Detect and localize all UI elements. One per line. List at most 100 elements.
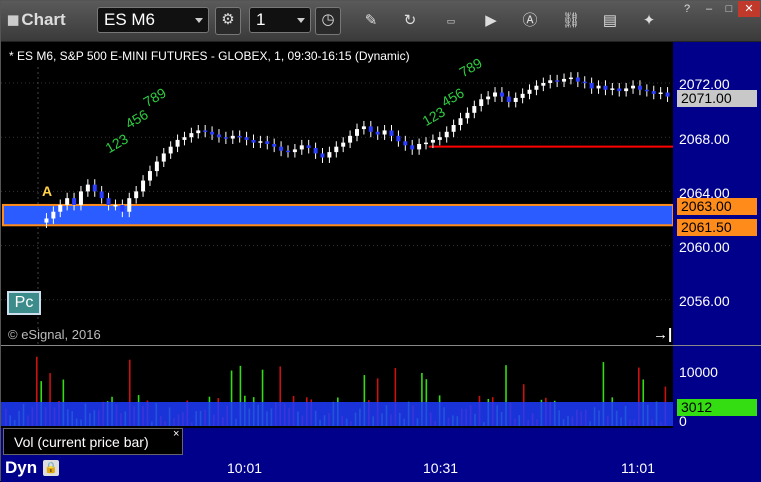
- chart-window: ▮▮ Chart ES M6 ⚙ 1 ◷ ✎ ↻ ▭ ▶ Ⓐ ⛓ ▤ ✦ ? –…: [0, 0, 761, 482]
- time-mode[interactable]: Dyn: [5, 458, 37, 478]
- candle-body: [444, 131, 449, 138]
- close-study-icon[interactable]: ×: [173, 428, 179, 440]
- play-icon[interactable]: ▶: [479, 9, 503, 33]
- candle-body: [555, 80, 560, 82]
- annotation-label: 456: [439, 84, 467, 110]
- interval-value: 1: [256, 10, 266, 29]
- candle-body: [375, 131, 380, 135]
- price-axis[interactable]: 2072.00 2068.00 2064.00 2060.00 2056.00: [673, 42, 761, 345]
- candle-body: [223, 137, 228, 139]
- candle-body: [624, 88, 629, 92]
- help-icon[interactable]: ?: [676, 1, 698, 17]
- candle-body: [334, 146, 339, 153]
- link-icon[interactable]: ⛓: [559, 9, 583, 33]
- candle-body: [210, 131, 215, 135]
- volume-axis[interactable]: 10000 0 3012: [673, 346, 761, 456]
- scroll-to-end-icon[interactable]: →|: [653, 326, 672, 343]
- clock-icon[interactable]: ◷: [315, 7, 341, 35]
- volume-chart[interactable]: [1, 346, 673, 428]
- candle-body: [479, 99, 484, 107]
- annotation-label: 456: [123, 106, 151, 132]
- candle-body: [113, 204, 118, 207]
- price-tick: 2060.00: [679, 239, 730, 255]
- candle-body: [534, 85, 539, 90]
- settings-gear-icon[interactable]: ⚙: [215, 7, 241, 35]
- candle-body: [327, 152, 332, 158]
- price-chart-svg: 123456789123456789A: [1, 55, 674, 345]
- time-tick: 10:01: [227, 460, 263, 476]
- lock-icon[interactable]: 🔒: [43, 460, 59, 476]
- maximize-icon[interactable]: □: [718, 1, 740, 17]
- refresh-icon[interactable]: ↻: [398, 9, 422, 33]
- candle-body: [106, 198, 111, 205]
- symbol-combo[interactable]: ES M6: [97, 7, 209, 33]
- pause-icon[interactable]: ▮▮: [7, 12, 19, 28]
- alert-icon[interactable]: Ⓐ: [518, 9, 542, 33]
- candle-body: [230, 135, 235, 139]
- volume-tick: 10000: [679, 364, 718, 380]
- candle-body: [458, 118, 463, 126]
- candle-body: [451, 125, 456, 132]
- candle-body: [182, 137, 187, 140]
- marker-a: A: [42, 183, 52, 199]
- pc-marker[interactable]: Pc: [7, 291, 41, 315]
- interval-combo[interactable]: 1: [249, 7, 311, 33]
- candle-body: [548, 80, 553, 83]
- candle-body: [499, 92, 504, 97]
- candle-body: [348, 135, 353, 143]
- price-chart[interactable]: 123 456 789 123 456 789 A * ES M6, S&P 500 E-M…: [1, 42, 674, 345]
- candle-body: [617, 88, 622, 92]
- candle-body: [430, 139, 435, 143]
- annotation-label: 123: [103, 130, 131, 156]
- minimize-icon[interactable]: –: [698, 1, 720, 17]
- candle-body: [472, 106, 477, 113]
- price-tick: 2056.00: [679, 293, 730, 309]
- close-icon[interactable]: ✕: [738, 1, 760, 17]
- time-tick: 10:31: [423, 460, 459, 476]
- candle-body: [355, 129, 359, 136]
- volume-band: [1, 402, 673, 426]
- annotation-label: 123: [420, 103, 448, 129]
- candle-body: [141, 180, 146, 192]
- last-price-tag: 2071.00: [677, 90, 757, 107]
- candle-body: [637, 85, 642, 90]
- candle-body: [589, 83, 594, 89]
- volume-study-label[interactable]: Vol (current price bar): [3, 428, 183, 455]
- candle-body: [361, 126, 366, 130]
- candle-body: [216, 134, 221, 138]
- candle-body: [513, 97, 518, 102]
- candle-body: [562, 78, 567, 82]
- pencil-icon[interactable]: ✎: [359, 9, 383, 33]
- candle-body: [506, 96, 511, 102]
- annotation-label: 789: [457, 55, 485, 81]
- chart-title: * ES M6, S&P 500 E-MINI FUTURES - GLOBEX…: [9, 49, 410, 63]
- price-band: [2, 203, 674, 227]
- candle-body: [72, 198, 77, 205]
- candle-body: [424, 142, 429, 145]
- candle-body: [575, 77, 580, 82]
- candle-body: [203, 130, 208, 132]
- candle-body: [99, 191, 104, 199]
- candle-body: [147, 171, 152, 181]
- candle-body: [651, 91, 656, 94]
- twitter-icon[interactable]: ✦: [637, 9, 661, 33]
- time-axis[interactable]: Dyn 🔒 10:01 10:31 11:01: [1, 456, 761, 482]
- symbol-value: ES M6: [104, 10, 156, 29]
- candle-body: [189, 133, 194, 138]
- band-high-price-tag: 2063.00: [677, 198, 757, 215]
- candle-body: [78, 191, 83, 205]
- app-title-label: Chart: [21, 10, 66, 29]
- candle-body: [644, 89, 649, 92]
- candle-body: [410, 145, 415, 150]
- comment-icon[interactable]: ▤: [598, 9, 622, 33]
- candle-body: [493, 92, 498, 97]
- candle-body: [258, 141, 263, 143]
- app-title: ▮▮ Chart: [7, 10, 66, 30]
- candle-body: [320, 153, 325, 158]
- candle-body: [58, 204, 63, 212]
- candle-body: [568, 77, 573, 80]
- candle-body: [582, 81, 587, 84]
- quote-icon[interactable]: ▭: [439, 9, 463, 33]
- copyright: © eSignal, 2016: [8, 327, 101, 342]
- annotation-label: 789: [141, 84, 169, 110]
